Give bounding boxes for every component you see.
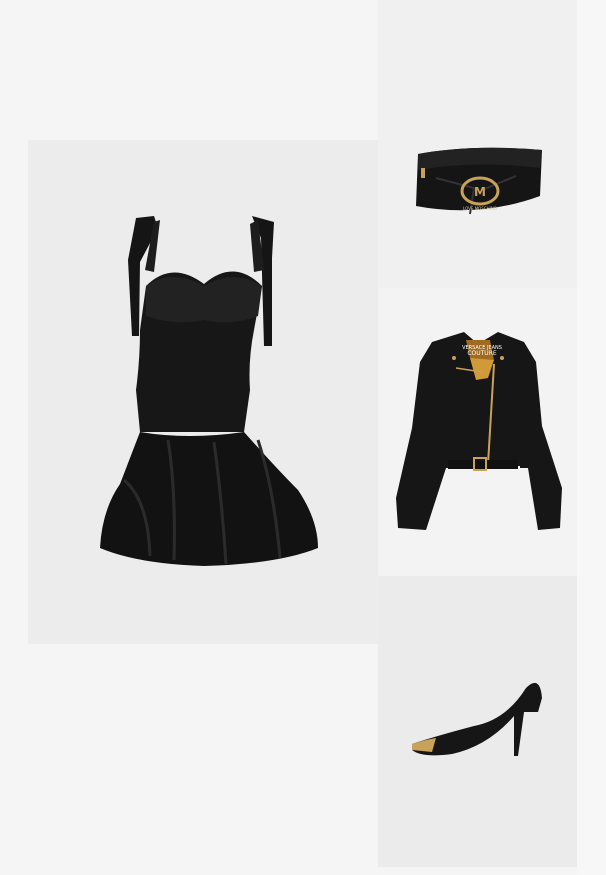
bag-brand-text: LOVE MOSCHINO xyxy=(463,206,497,211)
jacket-image: VERSACE JEANS COUTURE xyxy=(396,332,562,530)
page-gutter xyxy=(577,0,606,875)
bag-logo: M xyxy=(474,185,486,199)
pump-image xyxy=(412,682,542,756)
dress-product-tile[interactable] xyxy=(28,140,378,644)
dress-image xyxy=(100,216,318,566)
jacket-brand-label-line2: COUTURE xyxy=(467,350,497,357)
belt-bag-image: M LOVE MOSCHINO xyxy=(416,147,542,215)
belt-bag-product-tile[interactable]: M LOVE MOSCHINO xyxy=(378,0,577,288)
jacket-product-tile[interactable]: VERSACE JEANS COUTURE xyxy=(378,288,577,576)
pump-product-tile[interactable] xyxy=(378,576,577,867)
